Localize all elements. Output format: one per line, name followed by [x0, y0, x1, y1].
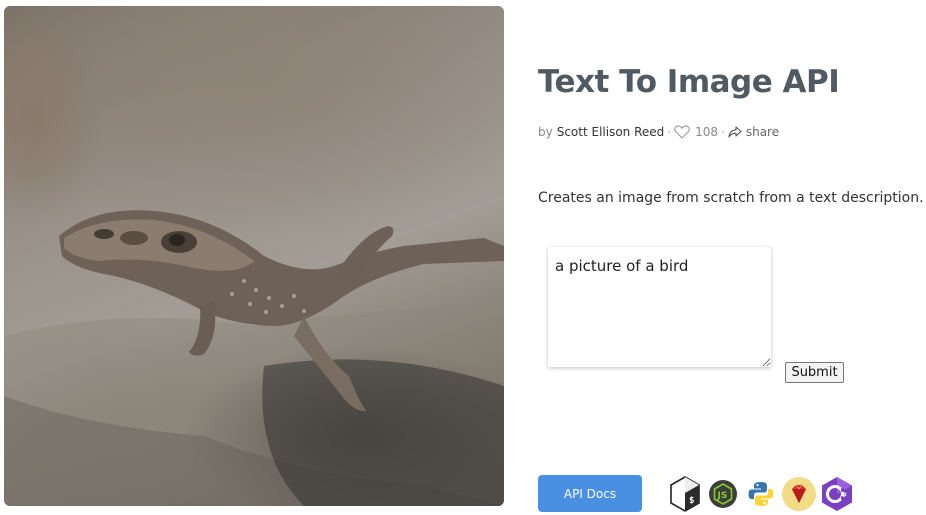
like-count: 108 — [695, 125, 719, 139]
python-icon[interactable] — [742, 476, 780, 512]
shell-icon[interactable]: $ — [666, 476, 704, 512]
like-button[interactable]: 108 — [674, 125, 718, 139]
language-icons: $ JS # — [666, 476, 856, 512]
share-icon — [728, 126, 742, 138]
author-link[interactable]: Scott Ellison Reed — [557, 125, 665, 139]
share-button[interactable]: share — [728, 125, 779, 139]
heart-icon — [674, 125, 690, 139]
submit-button[interactable]: Submit — [785, 362, 844, 383]
by-label: by — [538, 125, 553, 139]
prompt-textarea[interactable]: a picture of a bird — [548, 247, 771, 367]
nodejs-icon[interactable]: JS — [704, 476, 742, 512]
separator: · — [667, 125, 672, 139]
api-docs-button[interactable]: API Docs — [538, 475, 642, 512]
svg-text:JS: JS — [717, 491, 728, 501]
csharp-icon[interactable]: # — [818, 476, 856, 512]
result-image — [4, 6, 504, 506]
separator: · — [721, 125, 725, 139]
share-label: share — [745, 125, 780, 139]
svg-text:#: # — [842, 492, 847, 499]
meta-row: by Scott Ellison Reed · 108 · share — [538, 125, 779, 139]
description: Creates an image from scratch from a tex… — [538, 190, 924, 206]
page-title: Text To Image API — [538, 64, 840, 100]
ruby-icon[interactable] — [780, 476, 818, 512]
lizard-illustration — [4, 210, 504, 506]
svg-text:$: $ — [689, 496, 694, 506]
page: Text To Image API by Scott Ellison Reed … — [0, 0, 926, 515]
